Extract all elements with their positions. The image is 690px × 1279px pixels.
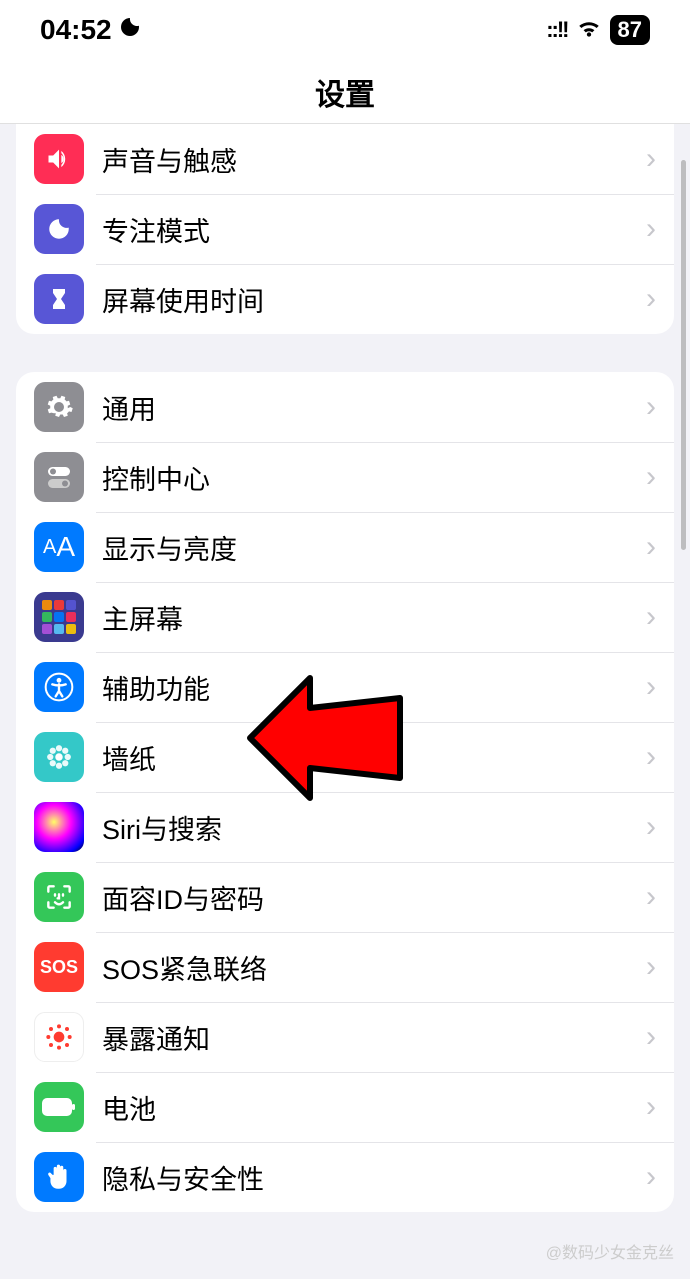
row-label: 声音与触感 [102,140,646,179]
chevron-right-icon: › [646,1020,656,1054]
row-label: 控制中心 [102,458,646,497]
chevron-right-icon: › [646,810,656,844]
gear-icon [34,382,84,432]
row-label: 专注模式 [102,210,646,249]
row-label: 墙纸 [102,738,646,777]
row-sound-haptics[interactable]: 声音与触感 › [16,124,674,194]
hourglass-icon [34,274,84,324]
status-left: 04:52 [40,14,142,46]
row-accessibility[interactable]: 辅助功能 › [16,652,674,722]
row-label: 隐私与安全性 [102,1158,646,1197]
row-label: 主屏幕 [102,598,646,637]
chevron-right-icon: › [646,880,656,914]
faceid-icon [34,872,84,922]
dnd-moon-icon [118,14,142,46]
battery-badge: 87 [610,15,650,45]
home-grid-icon [34,592,84,642]
chevron-right-icon: › [646,460,656,494]
page-title: 设置 [315,70,375,114]
row-privacy-security[interactable]: 隐私与安全性 › [16,1142,674,1212]
status-bar: 04:52 ::!! 87 [0,0,690,60]
row-general[interactable]: 通用 › [16,372,674,442]
chevron-right-icon: › [646,950,656,984]
row-focus[interactable]: 专注模式 › [16,194,674,264]
row-label: 显示与亮度 [102,528,646,567]
row-label: 屏幕使用时间 [102,280,646,319]
switches-icon [34,452,84,502]
row-label: 通用 [102,388,646,427]
chevron-right-icon: › [646,142,656,176]
exposure-icon [34,1012,84,1062]
sound-icon [34,134,84,184]
row-label: 面容ID与密码 [102,878,646,917]
hand-icon [34,1152,84,1202]
row-label: 暴露通知 [102,1018,646,1057]
row-control-center[interactable]: 控制中心 › [16,442,674,512]
row-siri-search[interactable]: Siri与搜索 › [16,792,674,862]
chevron-right-icon: › [646,670,656,704]
chevron-right-icon: › [646,1090,656,1124]
aa-icon: AA [34,522,84,572]
siri-icon [34,802,84,852]
sos-icon: SOS [34,942,84,992]
chevron-right-icon: › [646,212,656,246]
wifi-icon [576,17,602,44]
row-faceid-passcode[interactable]: 面容ID与密码 › [16,862,674,932]
row-exposure-notifications[interactable]: 暴露通知 › [16,1002,674,1072]
row-label: 辅助功能 [102,668,646,707]
moon-icon [34,204,84,254]
accessibility-icon [34,662,84,712]
chevron-right-icon: › [646,390,656,424]
settings-group-2: 通用 › 控制中心 › AA 显示与亮度 › 主屏幕 › [16,372,674,1212]
row-label: SOS紧急联络 [102,948,646,987]
row-home-screen[interactable]: 主屏幕 › [16,582,674,652]
chevron-right-icon: › [646,282,656,316]
status-right: ::!! 87 [546,15,650,45]
battery-icon [34,1082,84,1132]
status-time: 04:52 [40,14,112,46]
nav-header: 设置 [0,60,690,124]
chevron-right-icon: › [646,1160,656,1194]
row-battery[interactable]: 电池 › [16,1072,674,1142]
chevron-right-icon: › [646,600,656,634]
row-emergency-sos[interactable]: SOS SOS紧急联络 › [16,932,674,1002]
settings-group-1: 声音与触感 › 专注模式 › 屏幕使用时间 › [16,124,674,334]
flower-icon [34,732,84,782]
chevron-right-icon: › [646,530,656,564]
watermark: @数码少女金克丝 [546,1239,674,1263]
scroll-indicator[interactable] [681,160,686,550]
row-label: 电池 [102,1088,646,1127]
row-screen-time[interactable]: 屏幕使用时间 › [16,264,674,334]
row-wallpaper[interactable]: 墙纸 › [16,722,674,792]
cellular-icon: ::!! [546,17,567,43]
chevron-right-icon: › [646,740,656,774]
settings-content: 声音与触感 › 专注模式 › 屏幕使用时间 › 通用 › [0,124,690,1212]
row-display-brightness[interactable]: AA 显示与亮度 › [16,512,674,582]
row-label: Siri与搜索 [102,808,646,847]
